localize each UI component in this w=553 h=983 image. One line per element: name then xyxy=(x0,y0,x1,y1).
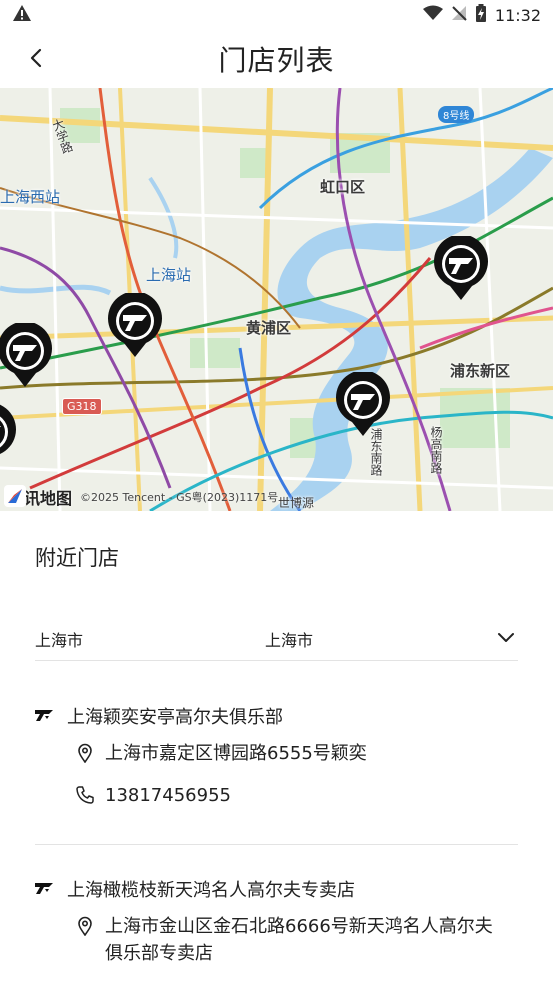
taylormade-logo-icon xyxy=(35,879,53,900)
store-divider xyxy=(35,844,518,845)
store-item[interactable]: 上海颖奕安亭高尔夫俱乐部 上海市嘉定区博园路6555号颖奕 1381745695… xyxy=(35,703,518,823)
store-pin-icon[interactable] xyxy=(334,372,392,438)
store-phone: 13817456955 xyxy=(105,785,231,806)
page-title: 门店列表 xyxy=(218,44,335,77)
no-signal-icon xyxy=(451,5,467,25)
store-name: 上海颖奕安亭高尔夫俱乐部 xyxy=(67,707,283,728)
location-pin-icon xyxy=(75,916,95,937)
store-pin-icon[interactable] xyxy=(0,404,18,470)
warning-icon xyxy=(12,4,32,26)
store-name-row[interactable]: 上海橄榄枝新天鸿名人高尔夫专卖店 xyxy=(35,876,355,902)
status-bar: 11:32 xyxy=(0,0,553,30)
store-map[interactable]: 虹口区 黄浦区 浦东新区 上海西站 上海站 浦东南路 杨高南路 大学路 世博源 … xyxy=(0,88,553,511)
store-phone-row[interactable]: 13817456955 xyxy=(75,782,231,809)
store-pin-icon[interactable] xyxy=(0,323,54,389)
battery-icon xyxy=(475,4,487,26)
metro-line-badge: 8号线 xyxy=(438,106,475,123)
map-label-shanghai-west: 上海西站 xyxy=(0,188,61,206)
store-pin-icon[interactable] xyxy=(432,236,490,302)
map-label-hongkou: 虹口区 xyxy=(320,178,366,196)
store-address-row: 上海市金山区金石北路6666号新天鸿名人高尔夫俱乐部专卖店 xyxy=(75,913,495,967)
highway-shield: G318 xyxy=(62,398,102,415)
store-item[interactable]: 上海橄榄枝新天鸿名人高尔夫专卖店 上海市金山区金石北路6666号新天鸿名人高尔夫… xyxy=(35,876,518,976)
store-pin-icon[interactable] xyxy=(106,293,164,359)
nav-bar: 门店列表 xyxy=(0,30,553,88)
phone-icon xyxy=(75,785,95,805)
store-name-row[interactable]: 上海颖奕安亭高尔夫俱乐部 xyxy=(35,703,283,729)
city-select[interactable]: 上海市 xyxy=(265,627,313,651)
store-address-row: 上海市嘉定区博园路6555号颖奕 xyxy=(75,740,367,767)
location-pin-icon xyxy=(75,743,95,764)
clock-time: 11:32 xyxy=(494,5,541,25)
taylormade-logo-icon xyxy=(35,706,53,727)
map-attribution: 腾讯地图 ©2025 Tencent - GS粤(2023)1171号 xyxy=(4,485,278,509)
province-select[interactable]: 上海市 xyxy=(35,627,83,651)
store-name: 上海橄榄枝新天鸿名人高尔夫专卖店 xyxy=(67,880,355,901)
map-label-huangpu: 黄浦区 xyxy=(246,319,292,337)
map-label-pudong: 浦东新区 xyxy=(450,362,511,380)
region-filter: 上海市 上海市 xyxy=(35,615,518,661)
store-address: 上海市金山区金石北路6666号新天鸿名人高尔夫俱乐部专卖店 xyxy=(105,916,493,964)
map-label-shanghai-station: 上海站 xyxy=(146,266,192,284)
back-arrow-icon[interactable] xyxy=(24,45,50,71)
wifi-icon xyxy=(422,5,443,25)
map-label-yanggao-south: 杨高南路 xyxy=(429,426,443,474)
store-address: 上海市嘉定区博园路6555号颖奕 xyxy=(105,743,367,764)
map-copyright: ©2025 Tencent - GS粤(2023)1171号 xyxy=(80,491,279,504)
chevron-down-icon[interactable] xyxy=(496,627,516,647)
map-label-shijiyuan: 世博源 xyxy=(278,496,315,510)
nearby-stores-title: 附近门店 xyxy=(35,546,119,570)
